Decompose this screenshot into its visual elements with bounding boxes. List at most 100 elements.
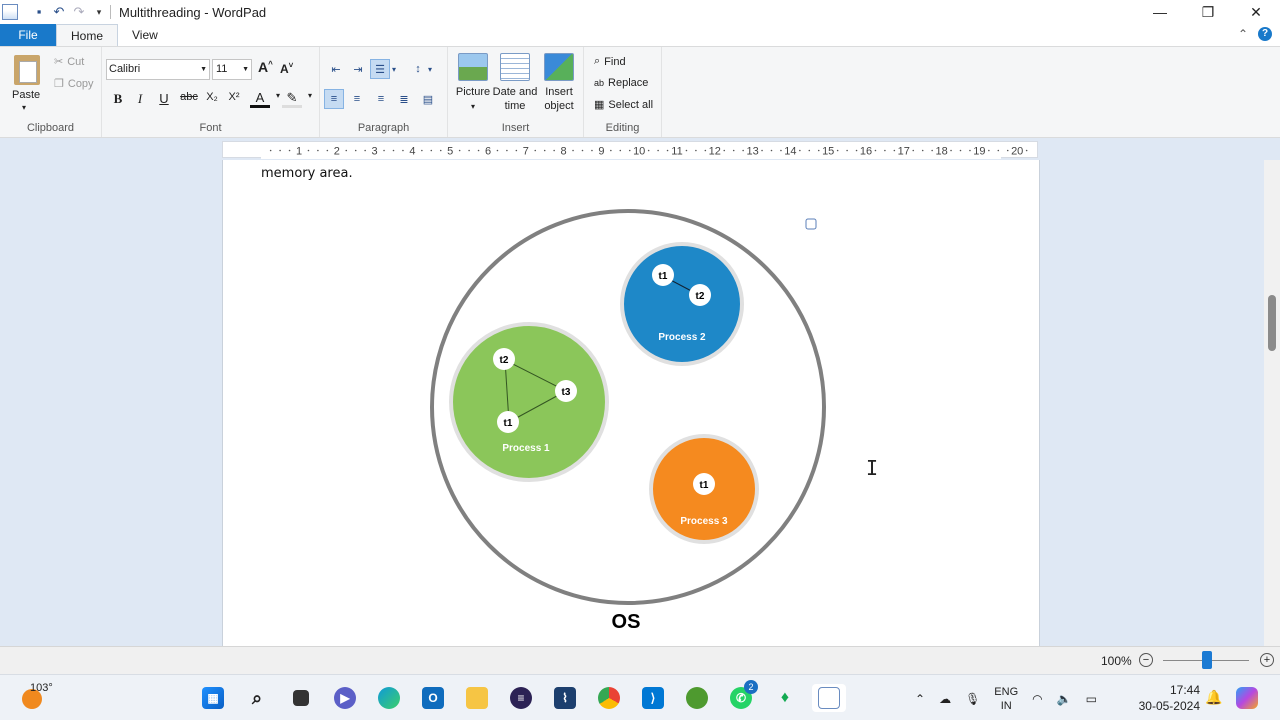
task-view-button[interactable] <box>284 684 318 712</box>
maximize-button[interactable]: ❐ <box>1184 0 1232 24</box>
find-button[interactable]: ⌕ Find <box>594 55 626 68</box>
save-icon[interactable]: ▪ <box>32 5 46 19</box>
chrome-button[interactable] <box>592 684 626 712</box>
vertical-scrollbar[interactable] <box>1264 160 1280 646</box>
customize-qat-icon[interactable]: ▾ <box>92 5 106 19</box>
copy-button[interactable]: ❐ Copy <box>54 77 94 91</box>
paste-button-label[interactable]: Paste <box>12 89 40 101</box>
paste-dropdown-icon[interactable]: ▾ <box>22 103 26 112</box>
increase-indent-icon[interactable]: ⇥ <box>348 59 368 79</box>
tab-file[interactable]: File <box>0 24 56 46</box>
wifi-icon[interactable]: ◠ <box>1032 692 1042 706</box>
zoom-out-button[interactable]: − <box>1139 653 1153 667</box>
align-left-icon[interactable]: ≡ <box>324 89 344 109</box>
insert-object-button[interactable]: Insert object <box>536 53 582 113</box>
underline-button[interactable]: U <box>154 91 174 106</box>
align-right-icon[interactable]: ≡ <box>371 89 391 109</box>
file-explorer-button[interactable] <box>460 684 494 712</box>
bullets-icon[interactable]: ☰ <box>370 59 390 79</box>
time-label: 17:44 <box>1169 683 1200 697</box>
microphone-icon[interactable]: 🎙 <box>965 692 980 706</box>
insert-picture-button[interactable]: Picture ▾ <box>450 53 496 114</box>
wordpad-app-icon[interactable] <box>2 4 18 20</box>
volume-icon[interactable]: 🔈 <box>1057 692 1072 706</box>
start-button[interactable]: ▦ <box>196 684 230 712</box>
select-all-label: Select all <box>608 98 654 111</box>
text-color-button[interactable]: A <box>250 91 270 108</box>
wordpad-taskbar-button[interactable] <box>812 684 846 712</box>
process-thread-diagram[interactable]: t2 t3 t1 Process 1 t1 t2 Process 2 t1 Pr… <box>223 160 1041 646</box>
ruler-ticks: 1 2 3 4 5 6 7 8 9 10 11 12 13 14 15 16 17 18 19 20 <box>261 142 1028 159</box>
ruler-tick <box>742 149 744 152</box>
replace-button[interactable]: ab Replace <box>594 77 648 89</box>
font-size-select[interactable]: 11 ▼ <box>212 59 252 80</box>
battery-icon[interactable]: ▭ <box>1086 692 1097 706</box>
line-spacing-icon[interactable]: ↕ <box>408 59 428 79</box>
onedrive-icon[interactable]: ☁ <box>939 692 951 706</box>
copilot-icon[interactable] <box>1236 687 1258 709</box>
ruler-tick <box>704 149 707 152</box>
ruler-tick <box>619 149 622 152</box>
ruler-tick <box>695 149 697 152</box>
cut-button[interactable]: ✂ Cut <box>54 55 85 69</box>
ruler-number: 20 <box>1011 146 1023 158</box>
vscode-button[interactable]: ⟩ <box>636 684 670 712</box>
help-icon[interactable]: ? <box>1258 27 1272 41</box>
object-anchor-icon[interactable] <box>805 218 817 230</box>
document-page[interactable]: memory area. t2 t3 t1 Process 1 t1 t2 Pr… <box>222 160 1040 646</box>
teams-button[interactable]: ▶ <box>328 684 362 712</box>
whatsapp-button[interactable]: ✆ 2 <box>724 680 758 712</box>
highlight-button[interactable]: ✎ <box>282 91 302 108</box>
zoom-in-button[interactable]: + <box>1260 653 1274 667</box>
wireshark-button[interactable]: ⌇ <box>548 684 582 712</box>
italic-button[interactable]: I <box>130 91 150 107</box>
bold-button[interactable]: B <box>108 91 128 107</box>
paste-icon[interactable] <box>14 55 40 85</box>
scrollbar-thumb[interactable] <box>1268 295 1276 351</box>
shrink-font-button[interactable]: A˅ <box>280 61 293 76</box>
subscript-button[interactable]: X₂ <box>202 91 222 103</box>
minimize-button[interactable]: — <box>1136 0 1184 24</box>
ruler[interactable]: 1 2 3 4 5 6 7 8 9 10 11 12 13 14 15 16 17 18 19 20 <box>222 141 1038 159</box>
ruler-number: 16 <box>860 146 872 158</box>
process2-circle <box>620 242 744 366</box>
justify-icon[interactable]: ≣ <box>394 89 414 109</box>
language-indicator[interactable]: ENG IN <box>994 685 1018 713</box>
decrease-indent-icon[interactable]: ⇤ <box>326 59 346 79</box>
align-center-icon[interactable]: ≡ <box>347 89 367 109</box>
notifications-bell-icon[interactable]: 🔔 <box>1205 689 1222 706</box>
highlight-dropdown-icon[interactable]: ▾ <box>300 91 320 100</box>
ruler-tick <box>553 149 555 152</box>
eclipse-button[interactable]: ≡ <box>504 684 538 712</box>
ruler-tick <box>855 149 858 152</box>
notification-badge: 2 <box>744 680 758 694</box>
outlook-button[interactable]: O <box>416 684 450 712</box>
line-spacing-dropdown-icon[interactable]: ▾ <box>426 59 434 79</box>
strikethrough-button[interactable]: abc <box>178 91 200 103</box>
paragraph-dialog-icon[interactable]: ▤ <box>418 89 438 109</box>
mongodb-button[interactable]: ♦ <box>768 684 802 712</box>
insert-datetime-button[interactable]: Date and time <box>492 53 538 113</box>
undo-icon[interactable]: ↶ <box>52 5 66 19</box>
clock[interactable]: 17:44 30-05-2024 <box>1134 682 1200 714</box>
grow-font-button[interactable]: A^ <box>258 59 273 75</box>
cut-label: Cut <box>67 55 85 68</box>
edge-button[interactable] <box>372 684 406 712</box>
collapse-ribbon-icon[interactable]: ⌃ <box>1238 27 1248 41</box>
chevron-up-icon[interactable]: ⌃ <box>915 692 925 706</box>
search-button[interactable]: ⌕ <box>240 684 274 712</box>
close-button[interactable]: ✕ <box>1232 0 1280 24</box>
superscript-button[interactable]: X² <box>224 91 244 103</box>
tab-home[interactable]: Home <box>56 24 119 46</box>
bullets-dropdown-icon[interactable]: ▾ <box>390 59 398 79</box>
green-app-button[interactable] <box>680 684 714 712</box>
tab-view[interactable]: View <box>118 24 172 46</box>
ruler-tick <box>326 149 329 152</box>
ruler-tick <box>439 149 442 152</box>
weather-temperature[interactable]: 103° <box>30 682 53 694</box>
font-family-select[interactable]: Calibri ▼ <box>106 59 210 80</box>
select-all-button[interactable]: ▦ Select all <box>594 98 654 112</box>
zoom-slider-thumb[interactable] <box>1202 651 1212 669</box>
redo-icon[interactable]: ↷ <box>72 5 86 19</box>
ruler-tick <box>732 149 735 152</box>
